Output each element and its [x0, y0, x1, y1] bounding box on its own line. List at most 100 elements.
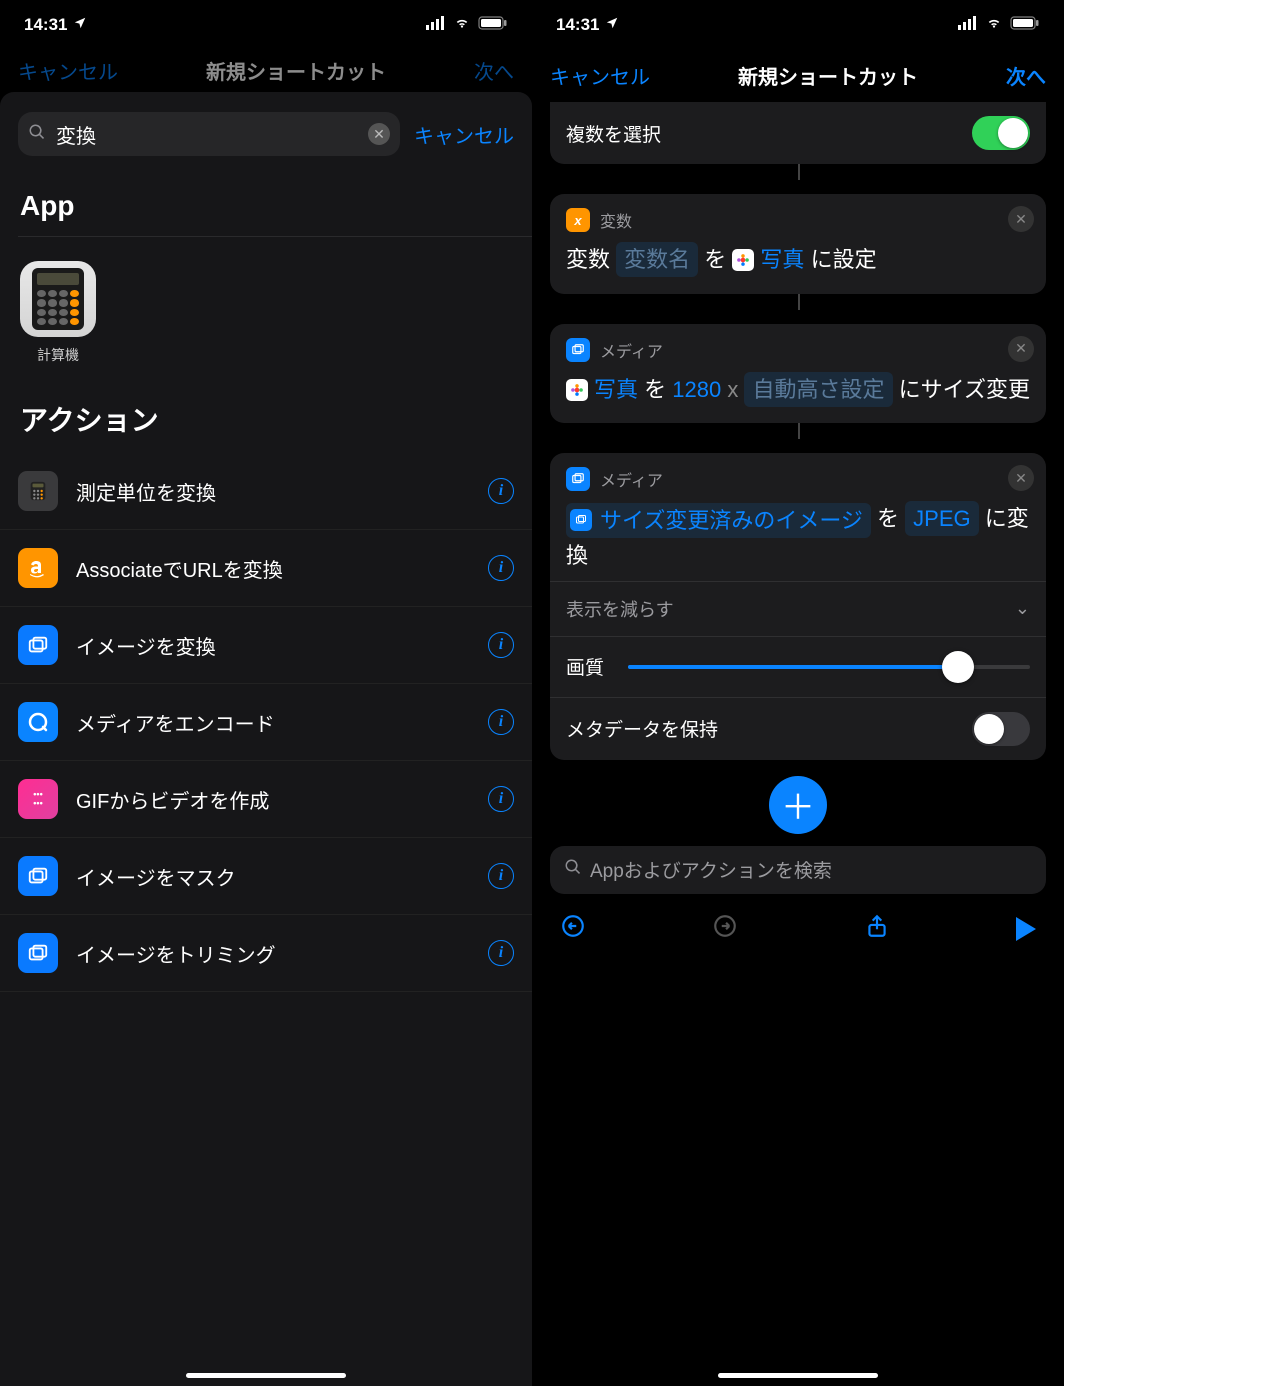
signal-icon: [426, 15, 446, 35]
action-item[interactable]: AssociateでURLを変換 i: [0, 530, 532, 607]
action-category-label: メディア: [600, 338, 663, 362]
status-time: 14:31: [556, 15, 599, 35]
chevron-down-icon: ⌄: [1015, 598, 1030, 619]
calc-icon: [18, 471, 58, 511]
cancel-button[interactable]: キャンセル: [550, 61, 650, 90]
text-segment: を: [877, 506, 899, 531]
battery-icon: [1010, 15, 1040, 35]
height-field[interactable]: 自動高さ設定: [744, 372, 892, 407]
select-multiple-toggle[interactable]: [972, 116, 1030, 150]
search-icon: [28, 123, 46, 146]
search-field[interactable]: ✕: [18, 112, 400, 156]
clear-icon[interactable]: ✕: [368, 123, 390, 145]
action-item[interactable]: イメージをトリミングi: [0, 915, 532, 992]
status-bar: 14:31: [0, 0, 532, 48]
location-icon: [605, 15, 619, 35]
section-heading-app: App: [0, 166, 532, 236]
status-time: 14:31: [24, 15, 67, 35]
right-phone-screen: 14:31 キャンセル 新規ショートカット 次へ 複数を選択: [532, 0, 1064, 1386]
select-multiple-label: 複数を選択: [566, 120, 661, 147]
undo-button[interactable]: [560, 913, 586, 944]
metadata-label: メタデータを保持: [566, 715, 718, 742]
left-phone-screen: 14:31 キャンセル 新規ショートカット 次へ ✕ キャンセル: [0, 0, 532, 1386]
action-label: イメージをマスク: [76, 862, 470, 891]
show-less-button[interactable]: 表示を減らす ⌄: [550, 582, 1046, 636]
app-calculator[interactable]: 計算機: [20, 261, 96, 365]
toolbar: [532, 902, 1064, 956]
signal-icon: [958, 15, 978, 35]
search-icon: [564, 858, 582, 882]
home-indicator[interactable]: [186, 1373, 346, 1378]
action-item[interactable]: メディアをエンコード i: [0, 684, 532, 761]
action-card-set-variable[interactable]: ✕ x 変数 変数 変数名 を 写真 に設定: [550, 194, 1046, 294]
next-button[interactable]: 次へ: [1006, 61, 1046, 90]
battery-icon: [478, 15, 508, 35]
gif-icon: ••••••: [18, 779, 58, 819]
search-sheet: ✕ キャンセル App 計算機 アクション 測定単位を変換iAssociateで…: [0, 92, 532, 1386]
footer-search-field[interactable]: Appおよびアクションを検索: [550, 846, 1046, 894]
delete-action-icon[interactable]: ✕: [1008, 465, 1034, 491]
action-item[interactable]: 測定単位を変換 i: [0, 453, 532, 530]
run-button[interactable]: [1016, 917, 1036, 941]
delete-action-icon[interactable]: ✕: [1008, 336, 1034, 362]
width-field[interactable]: 1280: [672, 377, 721, 402]
action-item[interactable]: •••••• GIFからビデオを作成 i: [0, 761, 532, 838]
input-image-token[interactable]: 写真: [594, 372, 638, 407]
text-segment: x: [727, 377, 738, 402]
info-icon[interactable]: i: [488, 555, 514, 581]
action-card-select-multiple: 複数を選択: [550, 102, 1046, 164]
text-segment: を: [704, 247, 726, 272]
text-segment: 変数: [566, 247, 610, 272]
action-category-label: 変数: [600, 208, 632, 232]
nav-bar: キャンセル 新規ショートカット 次へ: [532, 48, 1064, 102]
images-icon: [18, 856, 58, 896]
media-icon: [566, 338, 590, 362]
variable-icon: x: [566, 208, 590, 232]
variable-name-field[interactable]: 変数名: [616, 242, 698, 277]
app-label: 計算機: [20, 345, 96, 365]
action-category-label: メディア: [600, 467, 663, 491]
info-icon[interactable]: i: [488, 478, 514, 504]
format-field[interactable]: JPEG: [905, 501, 978, 536]
location-icon: [73, 15, 87, 35]
photos-icon: [732, 249, 754, 271]
action-label: AssociateでURLを変換: [76, 554, 470, 583]
photos-icon: [566, 379, 588, 401]
info-icon[interactable]: i: [488, 709, 514, 735]
footer-search-placeholder: Appおよびアクションを検索: [590, 856, 832, 883]
info-icon[interactable]: i: [488, 786, 514, 812]
action-item[interactable]: イメージをマスク i: [0, 838, 532, 915]
info-icon[interactable]: i: [488, 940, 514, 966]
action-label: イメージを変換: [76, 631, 470, 660]
qt-icon: [18, 702, 58, 742]
background-nav: キャンセル 新規ショートカット 次へ: [0, 48, 532, 92]
text-segment: に設定: [811, 247, 877, 272]
action-card-convert-image[interactable]: ✕ メディア サイズ変更済みのイメージ を JPEG に変換 表示を減らす: [550, 453, 1046, 760]
page-title: 新規ショートカット: [738, 61, 918, 90]
home-indicator[interactable]: [718, 1373, 878, 1378]
info-icon[interactable]: i: [488, 632, 514, 658]
wifi-icon: [452, 15, 472, 35]
text-segment: を: [644, 377, 666, 402]
status-bar: 14:31: [532, 0, 1064, 48]
quality-label: 画質: [566, 653, 604, 680]
redo-button: [712, 913, 738, 944]
action-label: 測定単位を変換: [76, 477, 470, 506]
share-button[interactable]: [864, 913, 890, 944]
search-input[interactable]: [54, 122, 360, 147]
quality-slider[interactable]: [628, 651, 1030, 683]
media-icon: [566, 467, 590, 491]
metadata-toggle[interactable]: [972, 712, 1030, 746]
action-item[interactable]: イメージを変換 i: [0, 607, 532, 684]
input-image-token[interactable]: サイズ変更済みのイメージ: [600, 503, 863, 538]
search-cancel-button[interactable]: キャンセル: [414, 120, 514, 149]
add-action-button[interactable]: ＋: [769, 776, 827, 834]
action-label: メディアをエンコード: [76, 708, 470, 737]
variable-value-token[interactable]: 写真: [760, 242, 804, 277]
delete-action-icon[interactable]: ✕: [1008, 206, 1034, 232]
bg-next: 次へ: [474, 56, 514, 85]
media-icon: [570, 509, 592, 531]
action-card-resize-image[interactable]: ✕ メディア 写真 を 1280 x 自動高さ設定 にサイズ変更: [550, 324, 1046, 424]
action-label: GIFからビデオを作成: [76, 785, 470, 814]
info-icon[interactable]: i: [488, 863, 514, 889]
